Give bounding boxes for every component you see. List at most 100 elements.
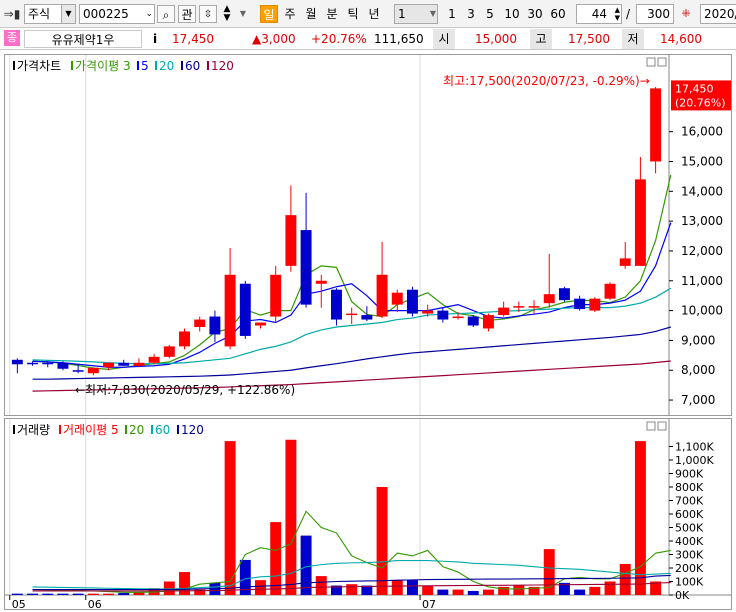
candle-body — [179, 331, 190, 347]
volume-bar — [103, 593, 115, 595]
legend-marker — [59, 425, 61, 434]
period-tick-tab[interactable]: 틱 — [344, 5, 362, 23]
candle-body — [574, 298, 586, 310]
y-tick-label: 0K — [675, 589, 690, 602]
legend-period: 120 — [181, 423, 204, 437]
interval-1-button[interactable]: 1 — [444, 5, 460, 23]
bar-total-input[interactable]: 300 — [636, 4, 674, 24]
volume-bar — [376, 487, 388, 595]
y-tick-label: 14,000 — [681, 184, 723, 198]
close-icon — [657, 57, 667, 67]
volume-bar — [42, 593, 54, 595]
related-button[interactable]: 관 — [178, 5, 196, 23]
y-tick-label: 15,000 — [681, 154, 723, 168]
volume-bar — [437, 589, 449, 595]
candle-body — [239, 283, 251, 336]
price-change: ▲3,000 — [252, 32, 296, 46]
candle-body — [361, 315, 373, 320]
volume-bar — [270, 522, 282, 595]
info-button[interactable]: i — [148, 30, 162, 48]
candle-body — [194, 319, 206, 327]
interval-select[interactable]: 1 ▼ — [394, 4, 438, 24]
interval-10-button[interactable]: 10 — [501, 5, 523, 23]
price-chart-panel: 7,000 8,000 9,000 10,000 11,000 12,000 13,000 1… — [4, 54, 732, 416]
interval-select-value: 1 — [398, 7, 406, 21]
legend-marker — [207, 61, 209, 70]
y-tick-label: 1,100K — [675, 441, 714, 454]
stock-name[interactable]: 유유제약1우 — [24, 30, 142, 48]
scroll-icon[interactable]: ⇳ — [199, 5, 217, 23]
bar-count-input[interactable]: 44 ▲ ▼ — [576, 4, 622, 24]
candle-body — [270, 274, 282, 317]
volume-bar — [27, 593, 39, 595]
period-monthly-tab[interactable]: 월 — [302, 5, 320, 23]
market-select[interactable]: 주식 ▼ — [24, 4, 76, 24]
volume-bar — [391, 580, 403, 595]
x-tick-label: 07 — [422, 598, 436, 609]
search-icon[interactable]: ⌕ — [157, 5, 175, 23]
y-tick-label: 600K — [675, 508, 704, 521]
stock-badge: 종 — [4, 30, 20, 46]
stepper-updown-icon[interactable]: ▲ ▼ — [615, 6, 620, 22]
period-weekly-tab[interactable]: 주 — [281, 5, 299, 23]
code-input[interactable]: 000225 ⌄ — [79, 4, 155, 24]
chevron-down-icon[interactable]: ⌄ — [145, 5, 153, 23]
period-yearly-tab[interactable]: 년 — [365, 5, 383, 23]
y-tick-label: 300K — [675, 549, 704, 562]
open-price: 15,000 — [475, 32, 517, 46]
interval-5-button[interactable]: 5 — [482, 5, 498, 23]
volume-bar — [513, 585, 525, 595]
minimize-icon — [646, 57, 656, 67]
candle-body — [133, 362, 145, 366]
chevron-down-icon[interactable]: ▼ — [61, 5, 75, 23]
candle-body — [543, 294, 555, 304]
period-minute-tab[interactable]: 분 — [323, 5, 341, 23]
candle-body — [604, 283, 616, 299]
open-label: 시 — [433, 29, 455, 49]
y-tick-label: 200K — [675, 562, 704, 575]
volume-bar — [255, 580, 266, 595]
candle-body — [224, 274, 236, 347]
chevron-down-icon[interactable]: ▼ — [238, 5, 248, 23]
y-tick-label: 12,000 — [681, 244, 723, 258]
candle-body — [57, 362, 69, 369]
y-tick-label: 10,000 — [681, 304, 723, 318]
volume-bar — [634, 441, 646, 595]
volume-bar — [604, 581, 616, 595]
legend-title: 가격차트 — [17, 59, 61, 73]
y-tick-label: 16,000 — [681, 125, 723, 139]
ma-line-60 — [32, 326, 671, 380]
candle-body — [482, 315, 494, 329]
legend-marker — [13, 425, 15, 434]
screen-icon[interactable]: ⇒▮ — [3, 5, 21, 23]
candle-body — [437, 310, 449, 320]
legend-period: 20 — [129, 423, 144, 437]
interval-30-button[interactable]: 30 — [524, 5, 546, 23]
chevron-down-icon[interactable]: ▼ — [430, 5, 436, 23]
y-tick-label: 100K — [675, 576, 704, 589]
y-tick-label: 13,000 — [681, 214, 723, 228]
legend-marker — [151, 425, 153, 434]
period-daily-tab[interactable]: 일 — [260, 5, 278, 23]
interval-3-button[interactable]: 3 — [463, 5, 479, 23]
market-select-value: 주식 — [28, 7, 51, 21]
stepper-updown-icon[interactable]: ▲ ▼ — [220, 5, 234, 23]
interval-60-button[interactable]: 60 — [547, 5, 569, 23]
volume-bar — [589, 586, 601, 595]
candle-body — [452, 316, 464, 319]
candle-body — [376, 274, 388, 317]
candle-body — [422, 310, 434, 314]
legend-marker — [125, 425, 127, 434]
high-label: 고 — [530, 29, 552, 49]
volume-bar — [72, 593, 84, 595]
price-chart: 7,000 8,000 9,000 10,000 11,000 12,000 13,000 1… — [9, 55, 731, 415]
volume-bar — [87, 593, 99, 595]
candle-body — [72, 370, 84, 372]
volume-bar — [118, 592, 130, 595]
close-icon — [657, 421, 667, 431]
date-input[interactable]: 2020/ — [700, 4, 736, 24]
candle-body — [209, 316, 221, 335]
volume-bar — [163, 581, 175, 595]
quote-bar: 종 유유제약1우 i 17,450 ▲3,000 +20.76% 111,650… — [0, 28, 736, 50]
grid-icon[interactable]: ⁜ — [677, 5, 695, 23]
